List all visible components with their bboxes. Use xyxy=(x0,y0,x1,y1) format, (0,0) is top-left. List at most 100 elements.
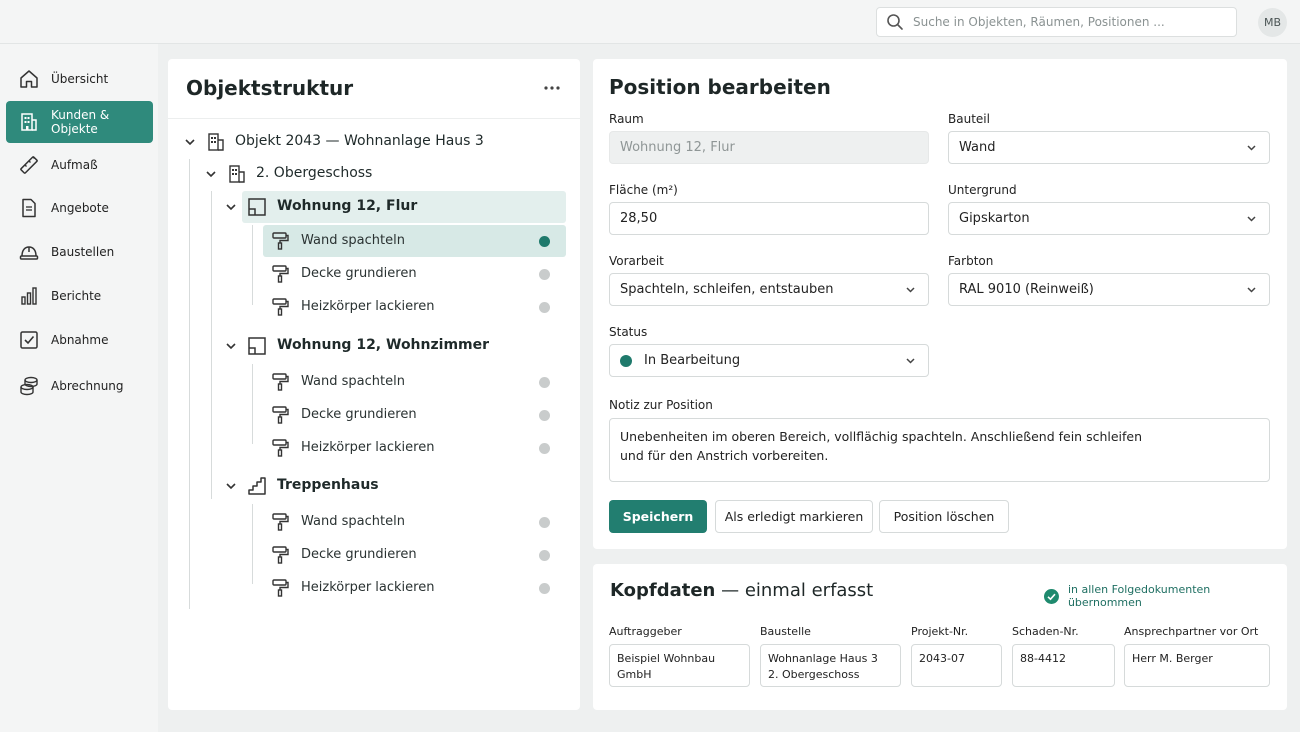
building-icon xyxy=(229,165,245,183)
chevron-down-icon[interactable] xyxy=(225,340,237,352)
header-data-panel: Kopfdaten — einmal erfasst in allen Folg… xyxy=(593,564,1287,710)
status-dot xyxy=(539,269,550,280)
sidebar-item-uebersicht[interactable]: Übersicht xyxy=(6,58,153,100)
tree-node-task[interactable]: Heizkörper lackieren xyxy=(168,432,580,464)
status-indicator xyxy=(620,354,632,367)
coins-icon xyxy=(20,376,38,396)
chevron-down-icon[interactable] xyxy=(225,201,237,213)
sidebar-item-kunden-objekte[interactable]: Kunden & Objekte xyxy=(6,101,153,143)
notiz-label: Notiz zur Position xyxy=(609,398,713,412)
sync-note: in allen Folgedokumenten übernommen xyxy=(1044,583,1287,609)
tree-node-label: Wand spachteln xyxy=(301,374,405,389)
chevron-down-icon[interactable] xyxy=(205,168,217,180)
tree-node-object[interactable]: Objekt 2043 — Wohnanlage Haus 3 xyxy=(168,126,580,158)
projekt-field[interactable]: 2043-07 xyxy=(911,644,1002,687)
sidebar-item-abnahme[interactable]: Abnahme xyxy=(6,319,153,361)
vorarbeit-label: Vorarbeit xyxy=(609,254,664,268)
status-dot-active xyxy=(539,236,550,247)
auftraggeber-field[interactable]: Beispiel Wohnbau GmbH xyxy=(609,644,750,687)
tree-node-room[interactable]: Wohnung 12, Flur xyxy=(168,191,580,223)
schaden-field[interactable]: 88-4412 xyxy=(1012,644,1115,687)
search-input[interactable] xyxy=(913,15,1236,29)
sidebar-item-baustellen[interactable]: Baustellen xyxy=(6,231,153,273)
save-button[interactable]: Speichern xyxy=(609,500,707,533)
tree-node-task[interactable]: Wand spachteln xyxy=(168,366,580,398)
projekt-value: 2043-07 xyxy=(919,652,965,665)
baustelle-field[interactable]: Wohnanlage Haus 3 2. Obergeschoss xyxy=(760,644,901,687)
search-icon xyxy=(887,14,903,30)
sidebar-item-label: Abrechnung xyxy=(51,379,124,393)
sidebar-item-berichte[interactable]: Berichte xyxy=(6,275,153,317)
kopfdaten-title-bold: Kopfdaten xyxy=(610,580,716,601)
farbton-select[interactable]: RAL 9010 (Reinweiß) xyxy=(948,273,1270,306)
tree-node-task[interactable]: Heizkörper lackieren xyxy=(168,572,580,604)
delete-position-button[interactable]: Position löschen xyxy=(879,500,1009,533)
bar-chart-icon xyxy=(21,287,37,305)
untergrund-select[interactable]: Gipskarton xyxy=(948,202,1270,235)
flaeche-value: 28,50 xyxy=(620,211,658,226)
helmet-icon xyxy=(19,246,39,260)
check-circle-icon xyxy=(1044,588,1059,604)
tree-node-task[interactable]: Decke grundieren xyxy=(168,258,580,290)
vorarbeit-select[interactable]: Spachteln, schleifen, entstauben xyxy=(609,273,929,306)
paint-roller-icon xyxy=(272,546,289,564)
ansprech-value: Herr M. Berger xyxy=(1132,652,1213,665)
flaeche-input[interactable]: 28,50 xyxy=(609,202,929,235)
chevron-down-icon xyxy=(1247,216,1256,222)
avatar[interactable]: MB xyxy=(1258,8,1287,37)
sidebar-item-aufmass[interactable]: Aufmaß xyxy=(6,144,153,186)
schaden-value: 88-4412 xyxy=(1020,652,1066,665)
chevron-down-icon[interactable] xyxy=(184,136,196,148)
tree-node-task[interactable]: Heizkörper lackieren xyxy=(168,291,580,323)
document-icon xyxy=(22,198,36,218)
sidebar-item-label: Abnahme xyxy=(51,333,109,347)
raum-label: Raum xyxy=(609,112,644,126)
paint-roller-icon xyxy=(272,265,289,283)
tree-node-floor[interactable]: 2. Obergeschoss xyxy=(168,158,580,190)
notiz-line: und für den Anstrich vorbereiten. xyxy=(620,448,829,463)
tree-node-label: Heizkörper lackieren xyxy=(301,580,435,595)
baustelle-line: 2. Obergeschoss xyxy=(768,668,860,681)
tree-node-label: Decke grundieren xyxy=(301,407,417,422)
status-dot xyxy=(539,550,550,561)
status-select[interactable]: In Bearbeitung xyxy=(609,344,929,377)
sidebar-item-angebote[interactable]: Angebote xyxy=(6,187,153,229)
home-icon xyxy=(20,70,38,88)
notiz-textarea[interactable]: Unebenheiten im oberen Bereich, vollfläc… xyxy=(609,418,1270,482)
sidebar-item-abrechnung[interactable]: Abrechnung xyxy=(6,365,153,407)
search-box[interactable] xyxy=(876,7,1237,37)
schaden-label: Schaden-Nr. xyxy=(1012,625,1079,638)
tree-node-task[interactable]: Decke grundieren xyxy=(168,399,580,431)
status-dot xyxy=(539,443,550,454)
top-bar: MB xyxy=(0,0,1300,44)
status-dot xyxy=(539,377,550,388)
tree-node-task-selected[interactable]: Wand spachteln xyxy=(168,225,580,257)
sidebar-item-label: Übersicht xyxy=(51,72,109,86)
room-icon xyxy=(248,198,266,216)
untergrund-label: Untergrund xyxy=(948,183,1017,197)
auftraggeber-value: Beispiel Wohnbau GmbH xyxy=(617,652,716,681)
ansprech-field[interactable]: Herr M. Berger xyxy=(1124,644,1270,687)
bauteil-label: Bauteil xyxy=(948,112,990,126)
more-options-icon[interactable] xyxy=(542,79,562,97)
tree-node-room[interactable]: Wohnung 12, Wohnzimmer xyxy=(168,330,580,362)
paint-roller-icon xyxy=(272,579,289,597)
flaeche-label: Fläche (m²) xyxy=(609,183,678,197)
edit-position-panel: Position bearbeiten Raum Wohnung 12, Flu… xyxy=(593,59,1287,549)
farbton-value: RAL 9010 (Reinweiß) xyxy=(959,282,1094,297)
tree-node-task[interactable]: Wand spachteln xyxy=(168,506,580,538)
status-dot xyxy=(539,302,550,313)
building-icon xyxy=(21,113,37,131)
mark-done-button[interactable]: Als erledigt markieren xyxy=(715,500,873,533)
chevron-down-icon xyxy=(906,287,915,293)
ansprech-label: Ansprechpartner vor Ort xyxy=(1124,625,1259,638)
tree-node-room[interactable]: Treppenhaus xyxy=(168,470,580,502)
status-dot xyxy=(539,583,550,594)
paint-roller-icon xyxy=(272,513,289,531)
status-dot xyxy=(539,410,550,421)
sidebar-item-label: Kunden & Objekte xyxy=(51,108,110,136)
sidebar: Übersicht Kunden & Objekte Aufmaß Angebo… xyxy=(0,44,158,732)
tree-node-task[interactable]: Decke grundieren xyxy=(168,539,580,571)
chevron-down-icon[interactable] xyxy=(225,480,237,492)
bauteil-select[interactable]: Wand xyxy=(948,131,1270,164)
